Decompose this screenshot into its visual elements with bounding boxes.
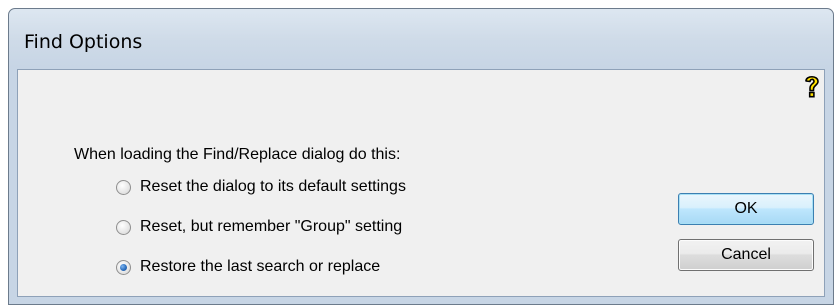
- cancel-button[interactable]: Cancel: [678, 239, 814, 271]
- dialog-title: Find Options: [24, 31, 143, 53]
- instruction-text: When loading the Find/Replace dialog do …: [74, 146, 401, 163]
- option-label: Reset the dialog to its default settings: [140, 178, 406, 195]
- dialog-content: When loading the Find/Replace dialog do …: [17, 69, 825, 297]
- option-label: Restore the last search or replace: [140, 258, 381, 275]
- option-label: Reset, but remember "Group" setting: [140, 218, 403, 235]
- radio-button[interactable]: [116, 179, 131, 195]
- help-question-icon[interactable]: [801, 72, 823, 100]
- find-options-dialog: Find Options When loading the Find/Repla…: [8, 8, 834, 305]
- option-remember-group[interactable]: Reset, but remember "Group" setting: [116, 216, 402, 238]
- option-reset-defaults[interactable]: Reset the dialog to its default settings: [116, 176, 406, 198]
- ok-button[interactable]: OK: [678, 193, 814, 225]
- title-bar[interactable]: Find Options: [9, 9, 833, 69]
- radio-button-selected[interactable]: [116, 259, 131, 275]
- option-restore-last[interactable]: Restore the last search or replace: [116, 256, 380, 278]
- radio-button[interactable]: [116, 219, 131, 235]
